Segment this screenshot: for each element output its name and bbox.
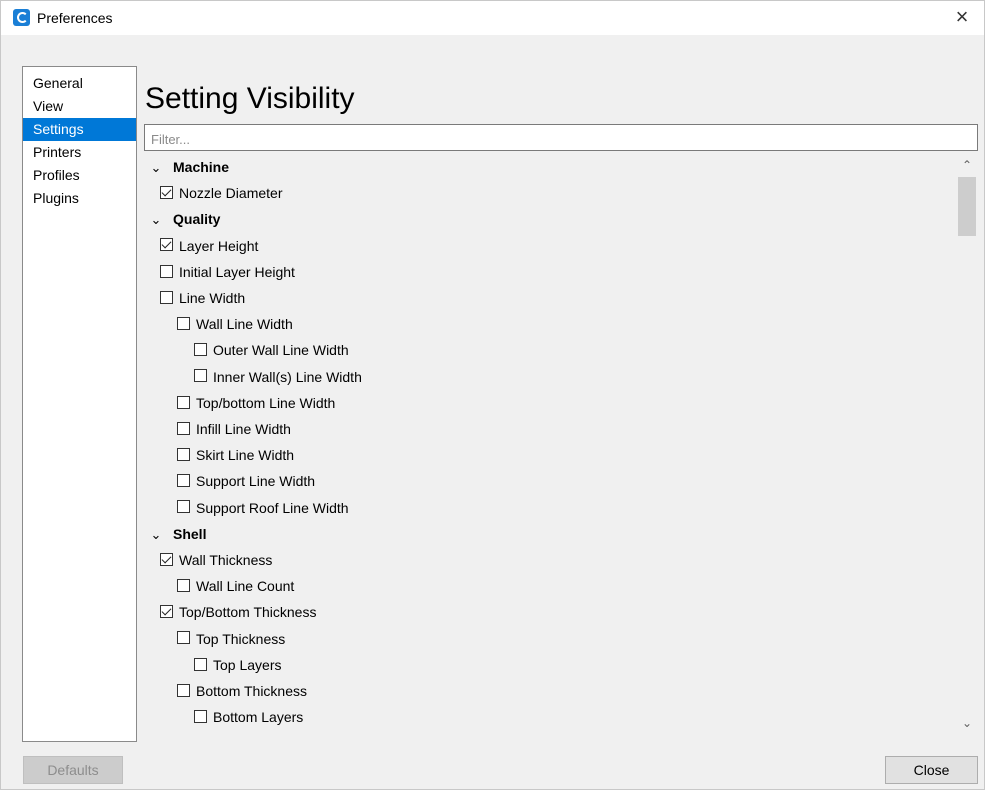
setting-label: Wall Thickness — [179, 552, 273, 568]
visibility-checkbox[interactable] — [160, 238, 173, 252]
setting-label: Skirt Line Width — [196, 447, 295, 464]
setting-row[interactable]: Top/bottom Line Width — [177, 390, 335, 416]
setting-row[interactable]: Inner Wall(s) Line Width — [194, 364, 362, 390]
setting-row[interactable]: Wall Line Width — [177, 311, 293, 337]
filter-input[interactable] — [145, 125, 977, 153]
vertical-scrollbar[interactable]: ⌃ ⌄ — [956, 154, 978, 738]
setting-label: Infill Line Width — [196, 421, 291, 437]
scroll-down-icon[interactable]: ⌄ — [956, 714, 978, 732]
nav-item-profiles[interactable]: Profiles — [23, 164, 136, 187]
category-shell[interactable]: ⌄ Shell — [144, 521, 207, 548]
setting-row[interactable]: Top Thickness — [177, 626, 285, 652]
visibility-checkbox[interactable] — [194, 657, 207, 671]
setting-label: Top Thickness — [196, 630, 286, 647]
visibility-checkbox[interactable] — [177, 500, 190, 514]
visibility-checkbox[interactable] — [160, 552, 173, 566]
setting-row[interactable]: Wall Line Count — [177, 573, 294, 599]
setting-label: Line Width — [179, 290, 246, 306]
settings-list: ⌄ Machine Nozzle Diameter ⌄ Quality Layer Hei… — [144, 154, 954, 738]
setting-row[interactable]: Support Line Width — [177, 468, 315, 494]
visibility-checkbox[interactable] — [177, 421, 190, 435]
setting-row[interactable]: Bottom Thickness — [177, 678, 307, 704]
category-label: Machine — [173, 159, 230, 175]
page-title: Setting Visibility — [145, 82, 355, 115]
setting-label: Bottom Thickness — [196, 683, 308, 699]
window-title: Preferences — [37, 10, 113, 26]
setting-label: Support Line Width — [196, 473, 316, 490]
visibility-checkbox[interactable] — [160, 185, 173, 199]
visibility-checkbox[interactable] — [160, 264, 173, 278]
nav-item-settings[interactable]: Settings — [23, 118, 136, 141]
nav-item-general[interactable]: General — [23, 72, 136, 95]
setting-row[interactable]: Layer Height — [160, 233, 258, 259]
chevron-down-icon[interactable]: ⌄ — [149, 207, 163, 233]
setting-row[interactable]: Outer Wall Line Width — [194, 337, 349, 363]
visibility-checkbox[interactable] — [160, 605, 173, 619]
scroll-thumb[interactable] — [958, 177, 976, 236]
title-bar: Preferences × — [1, 1, 984, 35]
setting-row[interactable]: Line Width — [160, 285, 245, 311]
setting-row[interactable]: Initial Layer Height — [160, 259, 295, 285]
setting-label: Wall Line Count — [196, 578, 295, 595]
chevron-down-icon[interactable]: ⌄ — [149, 522, 163, 548]
visibility-checkbox[interactable] — [177, 683, 190, 697]
visibility-checkbox[interactable] — [177, 631, 190, 645]
setting-row[interactable]: Top/Bottom Thickness — [160, 599, 316, 625]
visibility-checkbox[interactable] — [160, 290, 173, 304]
setting-label: Nozzle Diameter — [179, 185, 283, 202]
setting-label: Top/bottom Line Width — [196, 394, 336, 411]
setting-row[interactable]: Nozzle Diameter — [160, 180, 282, 206]
close-button[interactable]: Close — [885, 756, 978, 784]
setting-row[interactable]: Support Roof Line Width — [177, 495, 349, 521]
setting-label: Wall Line Width — [196, 316, 293, 333]
nav-item-view[interactable]: View — [23, 95, 136, 118]
nav-item-printers[interactable]: Printers — [23, 141, 136, 164]
preferences-dialog: Preferences × General View Settings Printer… — [0, 0, 985, 790]
preferences-nav: General View Settings Printers Profiles Plugi… — [22, 66, 137, 742]
setting-row[interactable]: Infill Line Width — [177, 416, 291, 442]
category-machine[interactable]: ⌄ Machine — [144, 154, 229, 180]
visibility-checkbox[interactable] — [194, 343, 207, 357]
setting-label: Outer Wall Line Width — [213, 342, 349, 359]
filter-field[interactable] — [144, 124, 978, 153]
visibility-checkbox[interactable] — [194, 369, 207, 383]
visibility-checkbox[interactable] — [177, 578, 190, 592]
setting-label: Support Roof Line Width — [196, 499, 349, 516]
category-quality[interactable]: ⌄ Quality — [144, 206, 221, 233]
visibility-checkbox[interactable] — [177, 395, 190, 409]
visibility-checkbox[interactable] — [177, 474, 190, 488]
setting-row[interactable]: Skirt Line Width — [177, 442, 294, 468]
setting-label: Layer Height — [179, 237, 259, 254]
chevron-down-icon[interactable]: ⌄ — [149, 155, 163, 181]
setting-row[interactable]: Wall Thickness — [160, 547, 272, 573]
setting-label: Bottom Layers — [213, 709, 304, 726]
scroll-up-icon[interactable]: ⌃ — [956, 156, 978, 174]
visibility-checkbox[interactable] — [177, 316, 190, 330]
category-label: Quality — [173, 211, 221, 228]
close-window-icon[interactable]: × — [950, 5, 974, 29]
setting-label: Top/Bottom Thickness — [179, 604, 317, 621]
setting-label: Inner Wall(s) Line Width — [213, 368, 362, 385]
category-label: Shell — [173, 525, 207, 542]
defaults-button[interactable]: Defaults — [23, 756, 123, 784]
setting-row[interactable]: Top Layers — [194, 652, 281, 678]
setting-row[interactable]: Bottom Layers — [194, 704, 303, 730]
app-logo-icon — [13, 9, 30, 26]
nav-item-plugins[interactable]: Plugins — [23, 187, 136, 210]
visibility-checkbox[interactable] — [194, 709, 207, 723]
setting-label: Top Layers — [213, 656, 282, 673]
setting-label: Initial Layer Height — [179, 263, 295, 280]
visibility-checkbox[interactable] — [177, 447, 190, 461]
